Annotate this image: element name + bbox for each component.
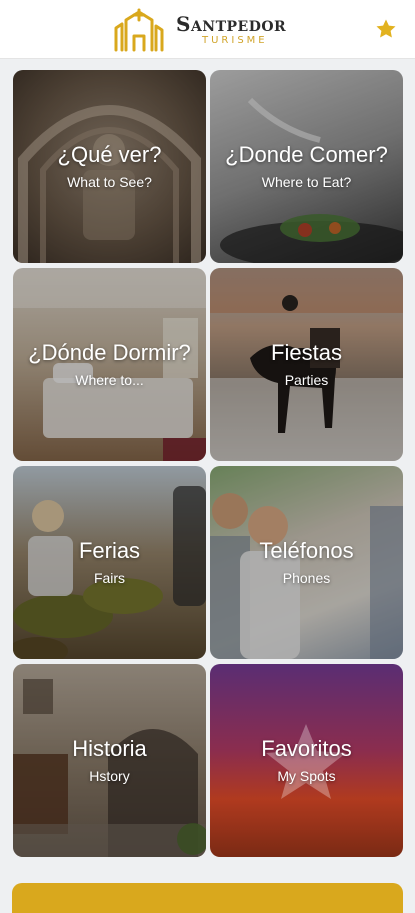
app-header: Santpedor TURISME: [0, 0, 415, 59]
tile-title: Teléfonos: [259, 537, 354, 563]
tile-subtitle: Where to Eat?: [261, 173, 352, 190]
tile-subtitle: Phones: [282, 569, 331, 586]
tile-subtitle: Where to...: [75, 371, 144, 388]
star-icon[interactable]: [374, 17, 398, 41]
tile-subtitle: Fairs: [93, 569, 126, 586]
brand-title: Santpedor: [176, 12, 287, 36]
santpedor-logo-icon: [114, 8, 164, 52]
tile-title: Favoritos: [261, 735, 352, 761]
tile-fairs[interactable]: Ferias Fairs: [13, 466, 206, 659]
brand-subtitle: TURISME: [202, 35, 268, 46]
tile-title: ¿Donde Comer?: [225, 141, 388, 167]
tile-parties[interactable]: Fiestas Parties: [210, 268, 403, 461]
tile-where-to-sleep[interactable]: ¿Dónde Dormir? Where to...: [13, 268, 206, 461]
tile-subtitle: Hstory: [89, 767, 130, 784]
tile-favorites[interactable]: Favoritos My Spots: [210, 664, 403, 857]
tile-where-to-eat[interactable]: ¿Donde Comer? Where to Eat?: [210, 70, 403, 263]
tile-title: ¿Dónde Dormir?: [28, 339, 191, 365]
tile-subtitle: Parties: [284, 371, 329, 388]
tile-subtitle: My Spots: [277, 767, 336, 784]
tile-title: Fiestas: [271, 339, 342, 365]
tile-history[interactable]: Historia Hstory: [13, 664, 206, 857]
tile-title: Ferias: [78, 537, 141, 563]
tile-title: ¿Qué ver?: [57, 141, 162, 167]
bottom-action-bar[interactable]: [12, 883, 403, 913]
tile-what-to-see[interactable]: ¿Qué ver? What to See?: [13, 70, 206, 263]
tile-phones[interactable]: Teléfonos Phones: [210, 466, 403, 659]
tile-subtitle: What to See?: [67, 173, 152, 190]
tile-title: Historia: [72, 735, 147, 761]
